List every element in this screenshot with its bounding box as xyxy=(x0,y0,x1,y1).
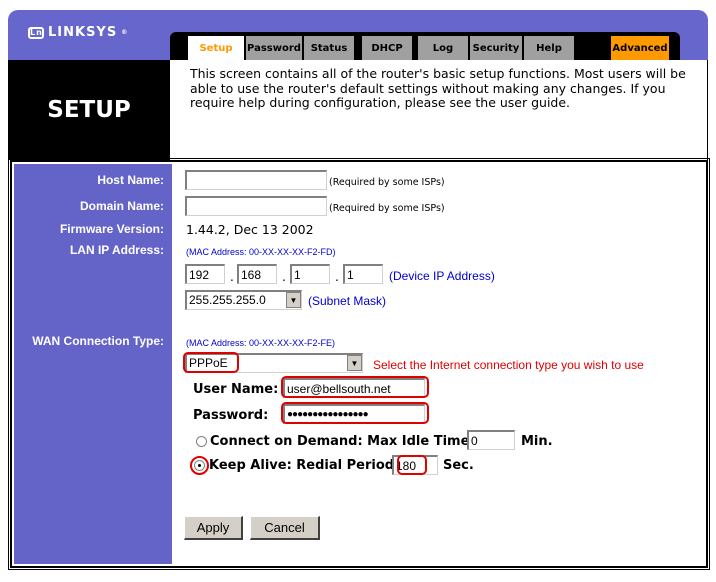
max-idle-time-input[interactable] xyxy=(467,430,515,450)
connect-on-demand-radio[interactable] xyxy=(196,436,207,447)
tab-log[interactable]: Log xyxy=(418,36,468,60)
user-name-label: User Name: xyxy=(193,382,279,397)
highlight-wan-type xyxy=(183,352,239,373)
tab-advanced[interactable]: Advanced xyxy=(611,36,669,60)
lan-ip-octet-1[interactable] xyxy=(185,264,225,284)
keep-alive-label: Keep Alive: Redial Period xyxy=(209,458,395,473)
cancel-button[interactable]: Cancel xyxy=(250,516,320,540)
password-label: Password: xyxy=(193,408,269,423)
subnet-mask-select[interactable]: 255.255.255.0 ▼ xyxy=(185,290,302,310)
subnet-mask-hint: (Subnet Mask) xyxy=(308,294,387,308)
subnet-mask-value: 255.255.255.0 xyxy=(189,293,266,307)
intro-text: This screen contains all of the router's… xyxy=(190,66,686,110)
page-title: SETUP xyxy=(8,60,170,160)
connect-on-demand-label: Connect on Demand: Max Idle Time xyxy=(210,434,470,449)
domain-name-hint: (Required by some ISPs) xyxy=(329,203,445,214)
tab-password[interactable]: Password xyxy=(246,36,302,60)
registered-mark: ® xyxy=(121,29,129,36)
firmware-label: Firmware Version: xyxy=(59,222,164,236)
highlight-keep-alive xyxy=(190,456,209,475)
device-ip-hint: (Device IP Address) xyxy=(389,269,495,283)
highlight-password xyxy=(281,402,429,424)
linksys-logo-icon: Ln xyxy=(28,26,44,39)
host-name-label: Host Name: xyxy=(97,173,164,187)
host-name-input[interactable] xyxy=(185,170,327,190)
divider xyxy=(707,60,708,160)
domain-name-input[interactable] xyxy=(185,196,327,216)
wan-mac-address: (MAC Address: 00-XX-XX-XX-F2-FE) xyxy=(186,338,336,348)
logo-text: LINKSYS xyxy=(48,25,118,40)
lan-ip-octet-3[interactable] xyxy=(290,264,330,284)
tab-status[interactable]: Status xyxy=(304,36,354,60)
ip-separator: . xyxy=(335,270,339,284)
host-name-hint: (Required by some ISPs) xyxy=(329,177,445,188)
ip-separator: . xyxy=(230,270,234,284)
firmware-version: 1.44.2, Dec 13 2002 xyxy=(186,222,314,237)
highlight-user-name xyxy=(281,376,429,398)
lan-ip-octet-4[interactable] xyxy=(343,264,383,284)
wan-type-label: WAN Connection Type: xyxy=(32,334,164,348)
dropdown-arrow-icon[interactable]: ▼ xyxy=(286,292,301,308)
redial-period-unit: Sec. xyxy=(443,458,474,473)
tab-setup[interactable]: Setup xyxy=(188,36,244,60)
lan-mac-address: (MAC Address: 00-XX-XX-XX-F2-FD) xyxy=(186,247,336,257)
wan-type-hint: Select the Internet connection type you … xyxy=(373,358,644,372)
max-idle-unit: Min. xyxy=(521,434,553,449)
apply-button[interactable]: Apply xyxy=(184,516,243,540)
linksys-logo: Ln LINKSYS ® xyxy=(28,25,128,40)
lan-ip-label: LAN IP Address: xyxy=(69,243,164,257)
tab-dhcp[interactable]: DHCP xyxy=(362,36,412,60)
domain-name-label: Domain Name: xyxy=(79,199,164,213)
lan-ip-octet-2[interactable] xyxy=(237,264,277,284)
tab-security[interactable]: Security xyxy=(470,36,522,60)
ip-separator: . xyxy=(282,270,286,284)
highlight-redial-period xyxy=(397,455,427,475)
tab-help[interactable]: Help xyxy=(524,36,574,60)
dropdown-arrow-icon[interactable]: ▼ xyxy=(347,355,362,371)
